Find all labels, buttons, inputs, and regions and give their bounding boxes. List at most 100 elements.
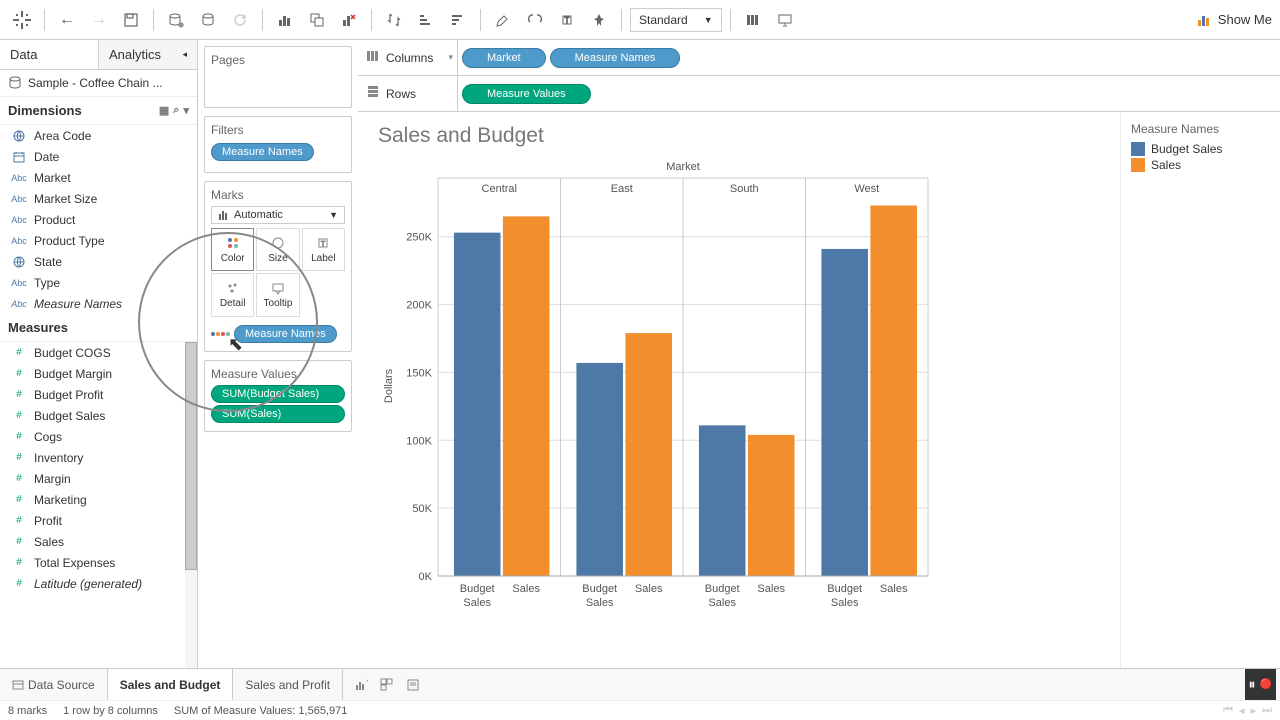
group-button[interactable] (521, 6, 549, 34)
presentation-button[interactable] (771, 6, 799, 34)
scrollbar[interactable] (185, 342, 197, 668)
svg-text:Sales: Sales (512, 583, 540, 595)
marks-detail-button[interactable]: Detail (211, 273, 254, 316)
legend-card[interactable]: Measure Names Budget SalesSales (1120, 112, 1280, 668)
column-pill[interactable]: Measure Names (550, 48, 681, 68)
sort-asc-button[interactable] (412, 6, 440, 34)
measure-field[interactable]: #Cogs (0, 426, 185, 447)
marks-size-button[interactable]: Size (256, 228, 299, 271)
measure-field[interactable]: #Budget Margin (0, 363, 185, 384)
measure-value-pill[interactable]: SUM(Budget Sales) (211, 385, 345, 403)
new-sheet-icon[interactable]: + (351, 675, 371, 695)
bar[interactable] (503, 216, 550, 576)
show-me-button[interactable]: Show Me (1196, 12, 1272, 28)
nav-last-icon[interactable]: ⏭ (1262, 704, 1272, 717)
presentation-controls[interactable]: ⏸ 🔴 (1245, 669, 1276, 700)
measure-values-shelf[interactable]: Measure Values SUM(Budget Sales)SUM(Sale… (204, 360, 352, 432)
bar[interactable] (821, 249, 868, 576)
bar[interactable] (625, 333, 672, 576)
show-labels-button[interactable]: T (553, 6, 581, 34)
measure-field[interactable]: #Sales (0, 531, 185, 552)
nav-first-icon[interactable]: ⏮ (1223, 704, 1233, 717)
duplicate-sheet-button[interactable] (303, 6, 331, 34)
svg-text:50K: 50K (412, 503, 432, 515)
clear-sheet-button[interactable] (335, 6, 363, 34)
new-dashboard-icon[interactable] (377, 675, 397, 695)
pause-autoupdates-button[interactable] (194, 6, 222, 34)
measure-field[interactable]: #Profit (0, 510, 185, 531)
measure-field[interactable]: #Latitude (generated) (0, 573, 185, 594)
legend-item[interactable]: Sales (1131, 158, 1270, 172)
new-datasource-button[interactable] (162, 6, 190, 34)
nav-next-icon[interactable]: ▸ (1251, 704, 1257, 717)
save-button[interactable] (117, 6, 145, 34)
marks-color-button[interactable]: Color (211, 228, 254, 271)
column-pill[interactable]: Market (462, 48, 546, 68)
dimension-field[interactable]: AbcType (0, 272, 197, 293)
dimension-field[interactable]: AbcMarket (0, 167, 197, 188)
pages-shelf[interactable]: Pages (204, 46, 352, 108)
dimension-field[interactable]: Date (0, 146, 197, 167)
datasource-item[interactable]: Sample - Coffee Chain ... (0, 70, 197, 97)
measure-value-pill[interactable]: SUM(Sales) (211, 405, 345, 423)
dimension-field[interactable]: AbcProduct Type (0, 230, 197, 251)
back-button[interactable]: ← (53, 6, 81, 34)
svg-text:+: + (366, 678, 368, 685)
sort-desc-button[interactable] (444, 6, 472, 34)
bar[interactable] (748, 435, 795, 576)
sheet-tab[interactable]: Sales and Profit (233, 669, 343, 700)
bar[interactable] (576, 363, 623, 576)
legend-item[interactable]: Budget Sales (1131, 142, 1270, 156)
marks-label-button[interactable]: TLabel (302, 228, 345, 271)
measure-field[interactable]: #Margin (0, 468, 185, 489)
pin-button[interactable] (585, 6, 613, 34)
analytics-tab[interactable]: Analytics◂ (98, 40, 197, 69)
svg-text:Budget: Budget (460, 583, 495, 595)
measure-field[interactable]: #Total Expenses (0, 552, 185, 573)
marks-color-pill[interactable]: Measure Names (234, 325, 337, 343)
forward-button[interactable]: → (85, 6, 113, 34)
chart-title[interactable]: Sales and Budget (378, 124, 1100, 148)
dimension-field[interactable]: AbcMarket Size (0, 188, 197, 209)
svg-text:Budget: Budget (582, 583, 617, 595)
highlight-button[interactable] (489, 6, 517, 34)
swap-button[interactable] (380, 6, 408, 34)
row-pill[interactable]: Measure Values (462, 84, 591, 104)
bar[interactable] (870, 206, 917, 577)
new-story-icon[interactable] (403, 675, 423, 695)
measure-field[interactable]: #Budget Sales (0, 405, 185, 426)
new-worksheet-button[interactable] (271, 6, 299, 34)
filter-pill[interactable]: Measure Names (211, 143, 314, 161)
bar[interactable] (699, 425, 746, 576)
filters-shelf[interactable]: Filters Measure Names (204, 116, 352, 173)
record-icon[interactable]: 🔴 (1260, 679, 1272, 690)
refresh-button[interactable] (226, 6, 254, 34)
nav-prev-icon[interactable]: ◂ (1239, 704, 1245, 717)
logo-icon[interactable] (8, 6, 36, 34)
data-tab[interactable]: Data (0, 40, 98, 69)
svg-text:0K: 0K (419, 571, 433, 583)
dimension-field[interactable]: Area Code (0, 125, 197, 146)
mark-type-selector[interactable]: Automatic ▼ (211, 206, 345, 224)
pause-icon[interactable]: ⏸ (1249, 676, 1256, 693)
fit-selector[interactable]: Standard▼ (630, 8, 722, 32)
columns-icon (366, 49, 380, 66)
show-cards-button[interactable] (739, 6, 767, 34)
dimension-field[interactable]: State (0, 251, 197, 272)
sheet-tab[interactable]: Data Source (0, 669, 108, 700)
chart[interactable]: Market250K200K150K100K50K0KDollarsCentra… (378, 156, 938, 646)
measure-field[interactable]: #Inventory (0, 447, 185, 468)
status-sum: SUM of Measure Values: 1,565,971 (174, 705, 347, 717)
dimension-field[interactable]: AbcProduct (0, 209, 197, 230)
measure-field[interactable]: #Marketing (0, 489, 185, 510)
measure-field[interactable]: #Budget Profit (0, 384, 185, 405)
bar[interactable] (454, 233, 501, 576)
view-icon[interactable]: ▦ (159, 104, 169, 117)
measure-field[interactable]: #Budget COGS (0, 342, 185, 363)
svg-text:Budget: Budget (827, 583, 862, 595)
search-icon[interactable]: ⌕ (173, 104, 179, 117)
marks-tooltip-button[interactable]: Tooltip (256, 273, 299, 316)
sheet-tab[interactable]: Sales and Budget (108, 669, 234, 700)
dimension-field[interactable]: AbcMeasure Names (0, 293, 197, 314)
menu-icon[interactable]: ▾ (183, 104, 189, 117)
